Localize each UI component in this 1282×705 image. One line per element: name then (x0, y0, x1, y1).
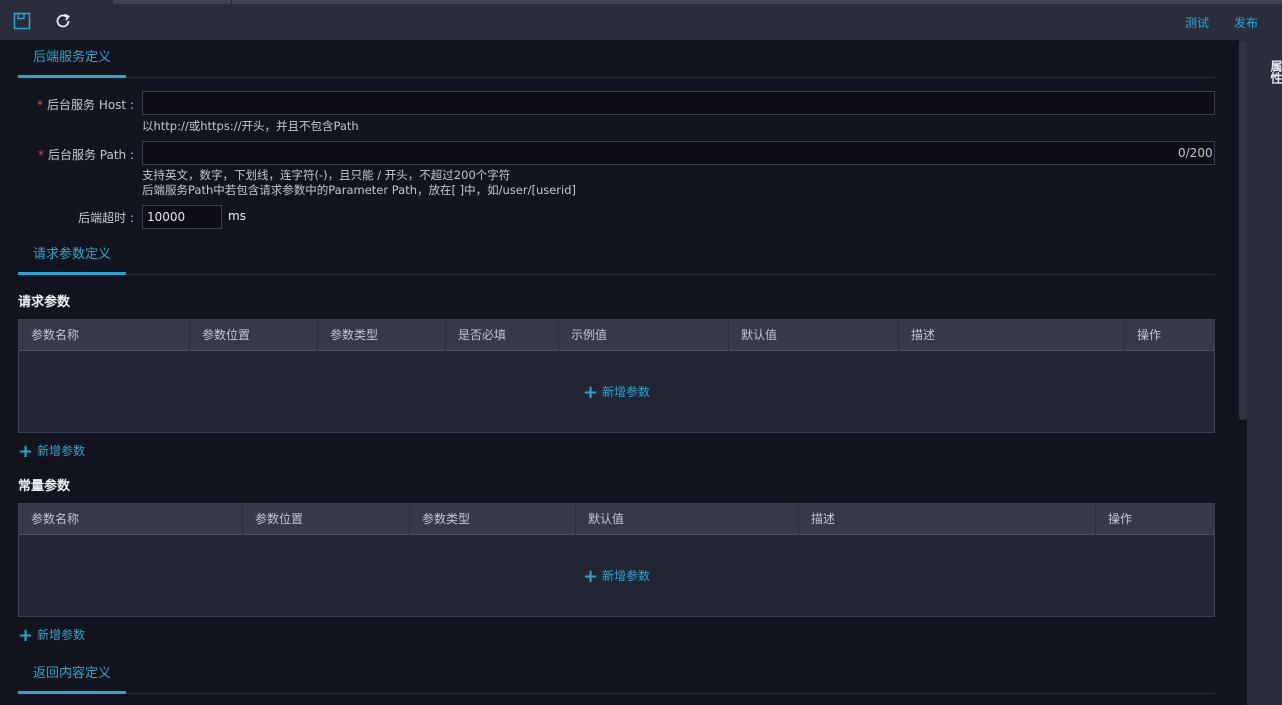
test-button[interactable]: 测试 (1185, 14, 1209, 31)
constant-params-table: 参数名称 参数位置 参数类型 默认值 描述 操作 + 新增参数 (18, 503, 1215, 617)
required-marker: * (37, 148, 44, 162)
table-header: 参数名称 参数位置 参数类型 默认值 描述 操作 (19, 504, 1214, 535)
col-description: 描述 (799, 504, 1096, 535)
add-param-label: 新增参数 (602, 385, 651, 399)
add-param-label: 新增参数 (37, 628, 86, 642)
tab-separator (231, 0, 232, 4)
main-content: 后端服务定义 * 后台服务 Host : 以http://或https://开头，… (0, 40, 1232, 705)
add-constant-param-link[interactable]: + 新增参数 (18, 625, 85, 646)
required-marker: * (37, 98, 43, 112)
save-icon[interactable] (11, 10, 33, 32)
tab-strip (113, 0, 1282, 4)
section-header-request: 请求参数定义 (18, 237, 1215, 275)
add-request-param-center[interactable]: + 新增参数 (19, 382, 1214, 403)
tab-backend-definition[interactable]: 后端服务定义 (18, 40, 126, 78)
host-input[interactable] (142, 91, 1215, 115)
top-toolbar: 测试 发布 (0, 0, 1282, 40)
path-char-counter: 0/200 (1178, 146, 1213, 160)
col-default: 默认值 (576, 504, 799, 535)
col-param-position: 参数位置 (190, 320, 318, 351)
path-label: * 后台服务 Path : (0, 146, 134, 163)
col-param-name: 参数名称 (19, 504, 243, 535)
plus-icon: + (582, 382, 599, 403)
col-action: 操作 (1137, 328, 1162, 342)
col-required: 是否必填 (446, 320, 559, 351)
refresh-icon[interactable] (52, 10, 74, 32)
host-label-text: 后台服务 Host : (47, 98, 134, 112)
constant-params-title: 常量参数 (18, 479, 71, 494)
add-constant-param-center[interactable]: + 新增参数 (19, 566, 1214, 587)
timeout-unit: ms (228, 209, 246, 223)
path-input[interactable] (142, 141, 1215, 165)
plus-icon: + (18, 625, 34, 646)
properties-rail: 属性 (1247, 40, 1282, 705)
plus-icon: + (582, 566, 599, 587)
request-params-title: 请求参数 (18, 295, 71, 310)
col-default: 默认值 (729, 320, 899, 351)
path-hint-2: 后端服务Path中若包含请求参数中的Parameter Path，放在[ ]中，… (142, 183, 577, 197)
add-param-label: 新增参数 (602, 569, 651, 583)
tab-request-definition[interactable]: 请求参数定义 (18, 237, 126, 275)
section-header-backend: 后端服务定义 (18, 40, 1215, 78)
col-description: 描述 (899, 320, 1125, 351)
path-hint-1: 支持英文，数字，下划线，连字符(-)，且只能 / 开头，不超过200个字符 (142, 168, 511, 182)
host-hint: 以http://或https://开头，并且不包含Path (142, 119, 359, 133)
path-label-text: 后台服务 Path : (47, 148, 134, 162)
host-label: * 后台服务 Host : (0, 96, 134, 113)
col-param-name: 参数名称 (19, 320, 190, 351)
table-header: 参数名称 参数位置 参数类型 是否必填 示例值 默认值 描述 操作 (19, 320, 1214, 351)
col-param-type: 参数类型 (410, 504, 576, 535)
col-param-type: 参数类型 (318, 320, 446, 351)
tab-response-definition[interactable]: 返回内容定义 (18, 656, 126, 694)
scrollbar[interactable] (1239, 40, 1247, 420)
add-request-param-link[interactable]: + 新增参数 (18, 441, 85, 462)
section-header-response: 返回内容定义 (18, 656, 1215, 694)
col-param-position: 参数位置 (243, 504, 410, 535)
publish-button[interactable]: 发布 (1234, 14, 1258, 31)
timeout-input[interactable] (142, 205, 222, 229)
properties-tab[interactable]: 属性 (1247, 52, 1282, 92)
plus-icon: + (18, 441, 34, 462)
request-params-table: 参数名称 参数位置 参数类型 是否必填 示例值 默认值 描述 操作 + 新增参数 (18, 319, 1215, 433)
col-example: 示例值 (559, 320, 729, 351)
col-action: 操作 (1108, 512, 1133, 526)
add-param-label: 新增参数 (37, 444, 86, 458)
timeout-label: 后端超时 : (78, 211, 134, 225)
